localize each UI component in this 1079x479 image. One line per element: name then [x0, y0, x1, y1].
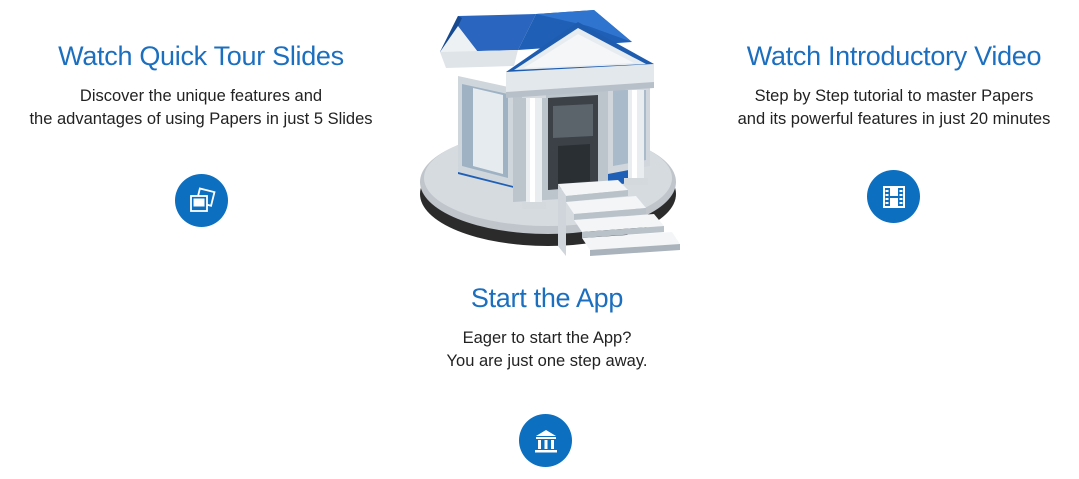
start-app-section: Start the App Eager to start the App? Yo… — [395, 283, 699, 373]
photo-slides-icon — [189, 186, 216, 212]
quick-tour-button[interactable] — [175, 174, 228, 227]
start-app-title[interactable]: Start the App — [395, 283, 699, 314]
quick-tour-title[interactable]: Watch Quick Tour Slides — [0, 41, 402, 72]
quick-tour-desc-line2: the advantages of using Papers in just 5… — [29, 110, 373, 128]
library-building-icon — [534, 429, 557, 452]
start-app-button[interactable] — [519, 414, 572, 467]
intro-video-desc-line1: Step by Step tutorial to master Papers — [754, 87, 1034, 105]
intro-video-section: Watch Introductory Video Step by Step tu… — [705, 41, 1079, 131]
intro-video-title[interactable]: Watch Introductory Video — [705, 41, 1079, 72]
intro-video-button[interactable] — [867, 170, 920, 223]
quick-tour-section: Watch Quick Tour Slides Discover the uni… — [0, 41, 402, 131]
start-screen: Watch Quick Tour Slides Discover the uni… — [0, 0, 1079, 479]
intro-video-desc-line2: and its powerful features in just 20 min… — [737, 110, 1051, 128]
start-app-desc-line2: You are just one step away. — [446, 352, 648, 370]
library-building-illustration — [420, 10, 680, 256]
start-app-desc-line1: Eager to start the App? — [462, 329, 632, 347]
film-strip-icon — [882, 185, 905, 208]
quick-tour-desc-line1: Discover the unique features and — [79, 87, 323, 105]
